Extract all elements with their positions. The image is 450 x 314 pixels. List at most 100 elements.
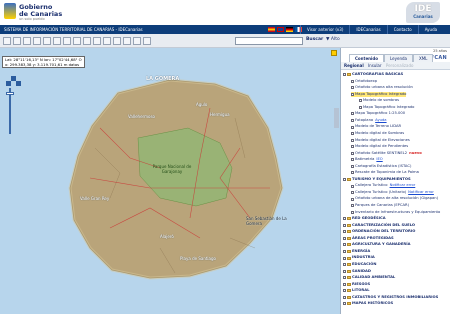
layer-group-item[interactable]: CATASTROS Y REGISTROS INMOBILIARIOS <box>343 295 438 300</box>
layer-checkbox[interactable] <box>351 86 354 90</box>
expand-toggle-icon[interactable] <box>343 289 346 293</box>
expand-toggle-icon[interactable] <box>343 223 346 227</box>
layer-checkbox[interactable] <box>351 145 354 149</box>
layer-checkbox[interactable] <box>351 191 354 195</box>
layer-item[interactable]: Cartografía Estadística (ISTAC) <box>351 164 411 169</box>
zoom-slider-thumb[interactable] <box>6 92 14 95</box>
zoom-in-icon[interactable] <box>13 37 21 45</box>
layer-group-item[interactable]: TURISMO Y EQUIPAMIENTOS <box>343 177 411 182</box>
layer-item[interactable]: Callejero Turístico Notificar error <box>351 183 415 188</box>
flag-en-icon[interactable] <box>277 27 284 32</box>
layer-item[interactable]: Modelo digital de Elevaciones <box>351 138 410 143</box>
expand-toggle-icon[interactable] <box>343 269 346 273</box>
layer-item[interactable]: Mapa Topográfico Integrado <box>359 105 414 110</box>
expand-toggle-icon[interactable] <box>343 243 346 247</box>
measure-icon[interactable] <box>43 37 51 45</box>
subtab-regional[interactable]: Regional <box>344 63 364 68</box>
layer-group-item[interactable]: ORDENACIÓN DEL TERRITORIO <box>343 229 415 234</box>
layer-item[interactable]: Modelo de sombras <box>359 98 399 103</box>
layer-item[interactable]: Mapa Topográfico 1:25.000 <box>351 111 405 116</box>
layer-group-item[interactable]: CALIDAD AMBIENTAL <box>343 275 395 280</box>
search-button[interactable]: Buscar <box>306 37 323 42</box>
expand-toggle-icon[interactable] <box>343 177 346 181</box>
expand-toggle-icon[interactable] <box>343 256 346 260</box>
layer-group-item[interactable]: CARACTERIZACIÓN DEL SUELO <box>343 223 415 228</box>
nav-visor-anterior[interactable]: Visor anterior (v3) <box>300 25 349 34</box>
layer-checkbox[interactable] <box>359 105 362 109</box>
pan-icon[interactable] <box>33 37 41 45</box>
home-icon[interactable] <box>3 37 11 45</box>
layer-item[interactable]: Modelo de Terreno LIDAR <box>351 124 401 129</box>
layer-group-item[interactable]: SANIDAD <box>343 269 371 274</box>
nav-contacto[interactable]: Contacto <box>386 25 418 34</box>
expand-toggle-icon[interactable] <box>343 263 346 267</box>
expand-toggle-icon[interactable] <box>343 236 346 240</box>
layer-group-item[interactable]: AGRICULTURA Y GANADERÍA <box>343 242 410 247</box>
tab-contenido[interactable]: Contenido <box>349 54 384 62</box>
help-icon[interactable] <box>103 37 111 45</box>
layer-help-link[interactable]: Ayuda <box>375 118 386 123</box>
nav-ayuda[interactable]: Ayuda <box>417 25 443 34</box>
search-input[interactable] <box>235 37 303 45</box>
layer-checkbox[interactable] <box>359 99 362 103</box>
layer-checkbox[interactable] <box>351 125 354 129</box>
nav-idecanarias[interactable]: IDECanarias <box>349 25 386 34</box>
ide-canarias-logo[interactable]: IDE Canarias <box>406 2 440 23</box>
layer-item[interactable]: Fotoplano Ayuda <box>351 118 387 123</box>
layer-group-item[interactable]: EDUCACIÓN <box>343 262 376 267</box>
layer-help-link[interactable]: Notificar error <box>390 183 416 188</box>
layers-icon[interactable] <box>73 37 81 45</box>
layer-group-item[interactable]: INDUSTRIA <box>343 255 375 260</box>
layer-item[interactable]: Ortofoto urbana alta resolución <box>351 85 413 90</box>
link-icon[interactable] <box>83 37 91 45</box>
layer-item[interactable]: Ortofotoexp <box>351 79 377 84</box>
layer-group-item[interactable]: LITORAL <box>343 288 369 293</box>
layer-item[interactable]: Ortofoto urbana de alta resolución (Giga… <box>351 196 438 201</box>
expand-toggle-icon[interactable] <box>343 295 346 299</box>
expand-toggle-icon[interactable] <box>343 250 346 254</box>
map-icon[interactable] <box>143 37 151 45</box>
layer-checkbox[interactable] <box>351 171 354 175</box>
layer-help-link[interactable]: IEO <box>376 157 382 162</box>
forward-icon[interactable] <box>123 37 131 45</box>
back-icon[interactable] <box>113 37 121 45</box>
layer-checkbox[interactable] <box>351 138 354 142</box>
layer-checkbox[interactable] <box>351 164 354 168</box>
bookmark-icon[interactable] <box>133 37 141 45</box>
layer-checkbox[interactable] <box>351 119 354 123</box>
expand-toggle-icon[interactable] <box>343 282 346 286</box>
layer-group-item[interactable]: ÁREAS PROTEGIDAS <box>343 236 394 241</box>
layer-item[interactable]: Callejero Turístico (Unitario) Notificar … <box>351 190 434 195</box>
info-icon[interactable] <box>53 37 61 45</box>
layer-checkbox[interactable] <box>351 79 354 83</box>
subtab-personalizado[interactable]: Personalizado <box>386 63 414 68</box>
tab-leyenda[interactable]: Leyenda <box>384 54 413 62</box>
expand-toggle-icon[interactable] <box>343 217 346 221</box>
zoom-out-icon[interactable] <box>23 37 31 45</box>
layer-checkbox[interactable] <box>351 184 354 188</box>
flag-de-icon[interactable] <box>286 27 293 32</box>
layer-group-item[interactable]: ENERGÍA <box>343 249 370 254</box>
layer-item[interactable]: Rescate de Toponimia de La Palma <box>351 170 419 175</box>
layer-checkbox[interactable] <box>351 151 354 155</box>
tab-xml[interactable]: XML <box>412 54 434 62</box>
layer-item[interactable]: Modelo digital de Sombras <box>351 131 404 136</box>
pdf-icon[interactable] <box>93 37 101 45</box>
advanced-search-button[interactable]: ▼ Alto <box>326 37 340 42</box>
map-view[interactable]: Lat: 28°11'16,13" N lon: 17°02'44,68" O … <box>0 48 340 314</box>
layer-item[interactable]: Inventario de Infraestructuras y Equipam… <box>351 210 440 215</box>
layer-help-link[interactable]: Notificar error <box>408 190 434 195</box>
layer-item[interactable]: Modelo digital de Pendientes <box>351 144 408 149</box>
layer-checkbox[interactable] <box>351 132 354 136</box>
layer-checkbox[interactable] <box>351 112 354 116</box>
layer-group-item[interactable]: MAPAS HISTÓRICOS <box>343 301 393 306</box>
expand-toggle-icon[interactable] <box>343 73 346 77</box>
layer-checkbox[interactable] <box>351 92 354 96</box>
layer-item[interactable]: Ortofoto Satélite SENTINEL2 nuevo <box>351 151 422 156</box>
layer-checkbox[interactable] <box>351 210 354 214</box>
expand-toggle-icon[interactable] <box>343 230 346 234</box>
layer-item[interactable]: Mapa Topográfico Integrado <box>351 91 407 98</box>
layer-checkbox[interactable] <box>351 197 354 201</box>
print-icon[interactable] <box>63 37 71 45</box>
expand-toggle-icon[interactable] <box>343 276 346 280</box>
